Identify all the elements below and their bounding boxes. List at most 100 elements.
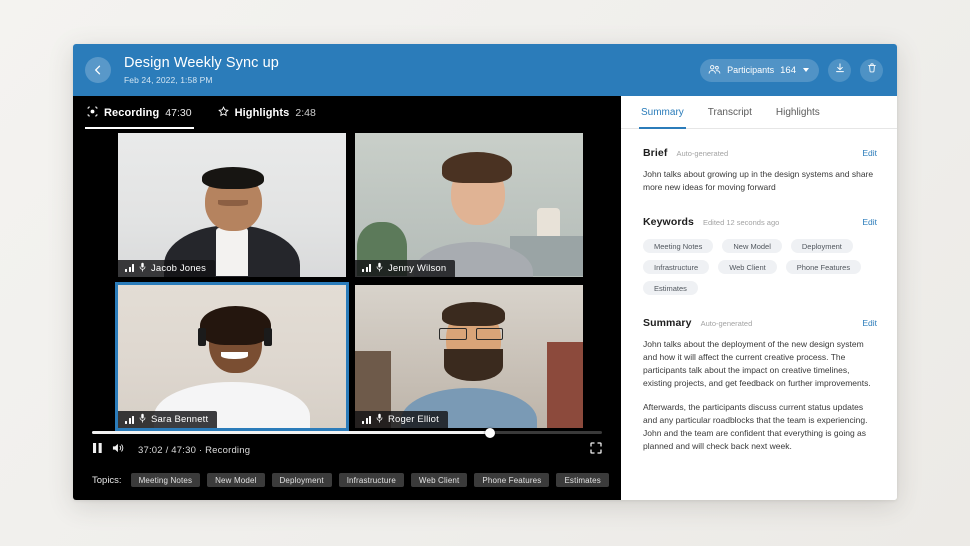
app-header: Design Weekly Sync up Feb 24, 2022, 1:58… (73, 44, 897, 96)
tile-name-label: Jacob Jones (151, 262, 206, 274)
topic-chip[interactable]: Meeting Notes (130, 473, 201, 487)
trash-icon (866, 61, 878, 79)
tile-name-label: Sara Bennett (151, 414, 209, 425)
microphone-icon (376, 413, 383, 426)
signal-bars-icon (362, 415, 371, 424)
back-button[interactable] (85, 57, 111, 83)
topics-row: Topics: Meeting Notes New Model Deployme… (87, 466, 609, 500)
tile-nametag: Roger Elliot (355, 411, 448, 428)
summary-edit-link[interactable]: Edit (862, 318, 877, 328)
fullscreen-icon (590, 441, 602, 459)
summary-header: Summary Auto-generated Edit (643, 317, 877, 329)
chevron-down-icon (803, 68, 809, 72)
people-icon (708, 64, 721, 77)
tile-name-label: Jenny Wilson (388, 262, 447, 274)
microphone-icon (376, 262, 383, 275)
keywords-edit-link[interactable]: Edit (862, 217, 877, 227)
seek-handle[interactable] (484, 427, 495, 438)
tab-summary[interactable]: Summary (629, 96, 696, 129)
tab-recording[interactable]: Recording 47:30 (85, 96, 194, 129)
signal-bars-icon (362, 264, 371, 272)
person-avatar (118, 133, 346, 277)
topic-chip[interactable]: New Model (207, 473, 265, 487)
keywords-title: Keywords (643, 216, 694, 228)
person-avatar (355, 285, 583, 428)
summary-meta: Auto-generated (700, 319, 753, 328)
brief-edit-link[interactable]: Edit (862, 148, 877, 158)
keyword-chip[interactable]: Deployment (790, 239, 853, 253)
keywords-header: Keywords Edited 12 seconds ago Edit (643, 216, 877, 228)
summary-body: John talks about the deployment of the n… (643, 338, 877, 453)
topic-chip[interactable]: Web Client (410, 473, 468, 487)
video-tile-roger-elliot[interactable]: Roger Elliot (355, 284, 583, 428)
meeting-title-block: Design Weekly Sync up Feb 24, 2022, 1:58… (124, 55, 700, 85)
video-feed (118, 284, 346, 428)
video-tile-jenny-wilson[interactable]: Jenny Wilson (355, 133, 583, 277)
video-feed (355, 284, 583, 428)
keywords-meta: Edited 12 seconds ago (702, 218, 780, 227)
summary-title: Summary (643, 317, 692, 329)
video-tile-jacob-jones[interactable]: Jacob Jones (118, 133, 346, 277)
topic-chip[interactable]: Deployment (271, 473, 332, 487)
tab-recording-label: Recording (104, 106, 160, 119)
volume-icon (112, 441, 125, 459)
participants-label: Participants (727, 65, 775, 75)
keyword-chip[interactable]: New Model (722, 239, 782, 253)
download-icon (834, 61, 846, 79)
seek-fill (92, 431, 490, 434)
panel-content: Brief Auto-generated Edit John talks abo… (621, 129, 897, 500)
meeting-recap-card: Design Weekly Sync up Feb 24, 2022, 1:58… (73, 44, 897, 500)
keyword-chip[interactable]: Phone Features (785, 260, 862, 274)
participants-count: 164 (780, 64, 796, 76)
summary-paragraph: Afterwards, the participants discuss cur… (643, 402, 868, 451)
tile-name-label: Roger Elliot (388, 414, 439, 425)
summary-section: Summary Auto-generated Edit John talks a… (643, 317, 877, 453)
tile-nametag: Jacob Jones (118, 259, 215, 277)
person-avatar (355, 133, 583, 277)
microphone-icon (139, 262, 146, 275)
person-avatar (118, 285, 346, 428)
keyword-chip[interactable]: Meeting Notes (643, 239, 714, 253)
tab-highlights-time: 2:48 (295, 106, 316, 119)
video-player: Recording 47:30 Highlights 2:48 Jacob Jo… (73, 96, 621, 500)
delete-button[interactable] (860, 58, 883, 82)
page-title: Design Weekly Sync up (124, 55, 279, 71)
tile-nametag: Sara Bennett (118, 411, 218, 428)
tab-highlights-panel[interactable]: Highlights (764, 96, 832, 128)
volume-button[interactable] (112, 441, 125, 459)
card-body: Recording 47:30 Highlights 2:48 Jacob Jo… (73, 96, 897, 500)
video-tile-sara-bennett[interactable]: Sara Bennett (115, 281, 349, 431)
keyword-chip[interactable]: Estimates (643, 281, 698, 295)
topic-chip[interactable]: Estimates (556, 473, 609, 487)
brief-text: John talks about growing up in the desig… (643, 169, 874, 192)
topic-chip[interactable]: Phone Features (474, 473, 550, 487)
summary-panel: Summary Transcript Highlights Brief Auto… (621, 96, 897, 500)
signal-bars-icon (125, 415, 134, 424)
playback-time-status: 37:02 / 47:30 · Recording (138, 444, 251, 456)
keyword-chip[interactable]: Web Client (718, 260, 777, 274)
tile-nametag: Jenny Wilson (355, 259, 456, 277)
record-icon (87, 104, 98, 122)
tab-highlights-label: Highlights (234, 106, 290, 119)
video-feed (118, 133, 346, 277)
pause-icon (92, 441, 103, 459)
panel-tabbar: Summary Transcript Highlights (621, 96, 897, 129)
brief-title: Brief (643, 147, 668, 159)
topic-chip[interactable]: Infrastructure (338, 473, 404, 487)
seek-bar[interactable] (92, 427, 602, 438)
keyword-chip[interactable]: Infrastructure (643, 260, 710, 274)
meeting-datetime: Feb 24, 2022, 1:58 PM (124, 75, 213, 85)
microphone-icon (139, 413, 146, 426)
pause-button[interactable] (92, 441, 103, 459)
participants-button[interactable]: Participants 164 (700, 58, 819, 82)
header-actions: Participants 164 (700, 58, 883, 82)
download-button[interactable] (828, 58, 851, 82)
chevron-left-icon (92, 64, 104, 76)
participant-grid: Jacob Jones Jenny Wilson Sara Bennett Ro… (115, 133, 583, 431)
control-row: 37:02 / 47:30 · Recording (87, 434, 607, 466)
tab-transcript[interactable]: Transcript (696, 96, 764, 128)
brief-meta: Auto-generated (676, 149, 729, 158)
tab-highlights[interactable]: Highlights 2:48 (217, 96, 316, 129)
fullscreen-button[interactable] (590, 441, 602, 459)
video-stage: Jacob Jones Jenny Wilson Sara Bennett Ro… (73, 129, 621, 431)
